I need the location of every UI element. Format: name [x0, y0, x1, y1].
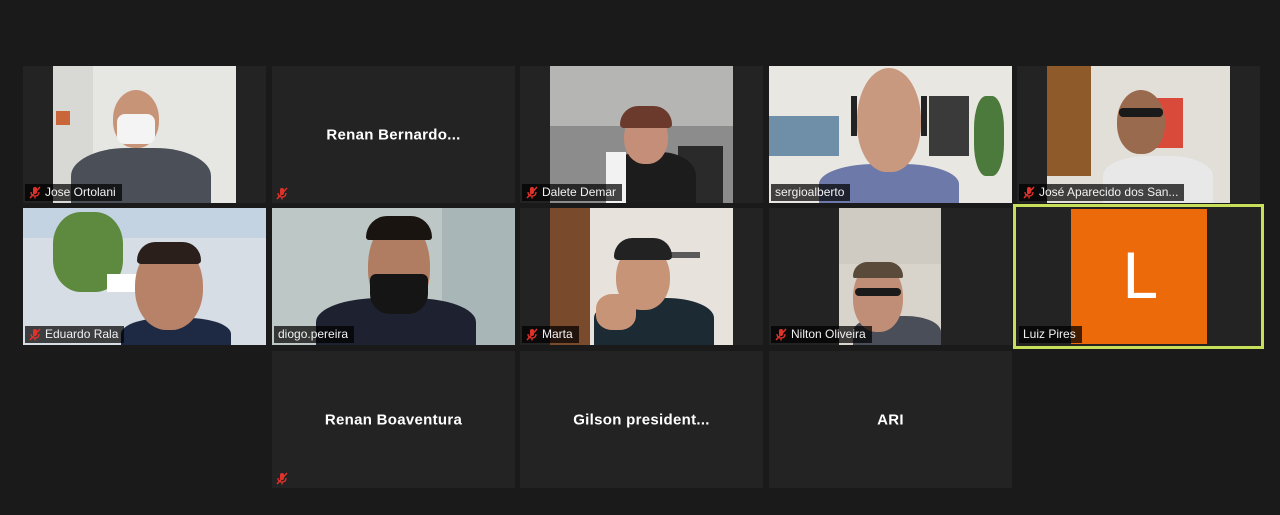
muted-mic-icon — [1023, 186, 1035, 199]
muted-mic-icon — [775, 328, 787, 341]
avatar: L — [1071, 209, 1207, 344]
participant-tile-marta[interactable]: Marta — [520, 208, 763, 345]
participant-video — [53, 66, 236, 203]
participant-tile-luiz-pires[interactable]: L Luiz Pires — [1013, 204, 1264, 349]
participant-name: Eduardo Rala — [45, 327, 119, 341]
muted-mic-icon — [276, 187, 288, 200]
participant-name: diogo.pereira — [278, 327, 349, 341]
participant-name: Nilton Oliveira — [791, 327, 866, 341]
participant-video — [550, 66, 733, 203]
muted-mic-icon — [29, 328, 41, 341]
participant-tile-eduardo-rala[interactable]: Eduardo Rala — [23, 208, 266, 345]
participant-name: Jose Ortolani — [45, 185, 116, 199]
participant-tile-jose-ortolani[interactable]: Jose Ortolani — [23, 66, 266, 203]
muted-mic-icon — [29, 186, 41, 199]
participant-video — [550, 208, 733, 345]
participant-name-label: diogo.pereira — [274, 326, 355, 343]
muted-mic-icon — [526, 328, 538, 341]
participant-video — [839, 208, 941, 345]
participant-display-name: Renan Boaventura — [324, 411, 463, 428]
muted-mic-icon — [276, 472, 288, 485]
participant-display-name: Gilson president... — [573, 411, 710, 428]
participant-video — [272, 208, 515, 345]
participant-name: sergioalberto — [775, 185, 845, 199]
participant-name: Luiz Pires — [1023, 327, 1076, 341]
participant-name-label: Eduardo Rala — [25, 326, 125, 343]
video-gallery: Jose Ortolani Renan Bernardo... Dalete D… — [0, 0, 1280, 515]
participant-tile-gilson[interactable]: Gilson president... — [520, 351, 763, 488]
participant-tile-diogo-pereira[interactable]: diogo.pereira — [272, 208, 515, 345]
muted-mic-icon — [526, 186, 538, 199]
participant-tile-sergioalberto[interactable]: sergioalberto — [769, 66, 1012, 203]
avatar-initial: L — [1121, 240, 1157, 313]
participant-tile-jose-aparecido[interactable]: José Aparecido dos San... — [1017, 66, 1260, 203]
participant-name: Dalete Demar — [542, 185, 617, 199]
participant-tile-ari[interactable]: ARI — [769, 351, 1012, 488]
participant-display-name: ARI — [877, 411, 904, 428]
participant-video — [769, 66, 1012, 203]
participant-tile-dalete-demar[interactable]: Dalete Demar — [520, 66, 763, 203]
participant-name-label: Luiz Pires — [1019, 326, 1082, 343]
participant-tile-nilton-oliveira[interactable]: Nilton Oliveira — [769, 208, 1012, 345]
participant-name: José Aparecido dos San... — [1039, 185, 1179, 199]
participant-name-label: Nilton Oliveira — [771, 326, 872, 343]
participant-name-label: José Aparecido dos San... — [1019, 184, 1185, 201]
participant-name-label: Jose Ortolani — [25, 184, 122, 201]
participant-video — [23, 208, 266, 345]
participant-name-label: sergioalberto — [771, 184, 851, 201]
participant-name-label: Marta — [522, 326, 579, 343]
participant-name-label: Dalete Demar — [522, 184, 623, 201]
participant-tile-renan-boaventura[interactable]: Renan Boaventura — [272, 351, 515, 488]
participant-display-name: Renan Bernardo... — [326, 126, 461, 143]
participant-video — [1047, 66, 1230, 203]
participant-name: Marta — [542, 327, 573, 341]
participant-tile-renan-bernardo[interactable]: Renan Bernardo... — [272, 66, 515, 203]
